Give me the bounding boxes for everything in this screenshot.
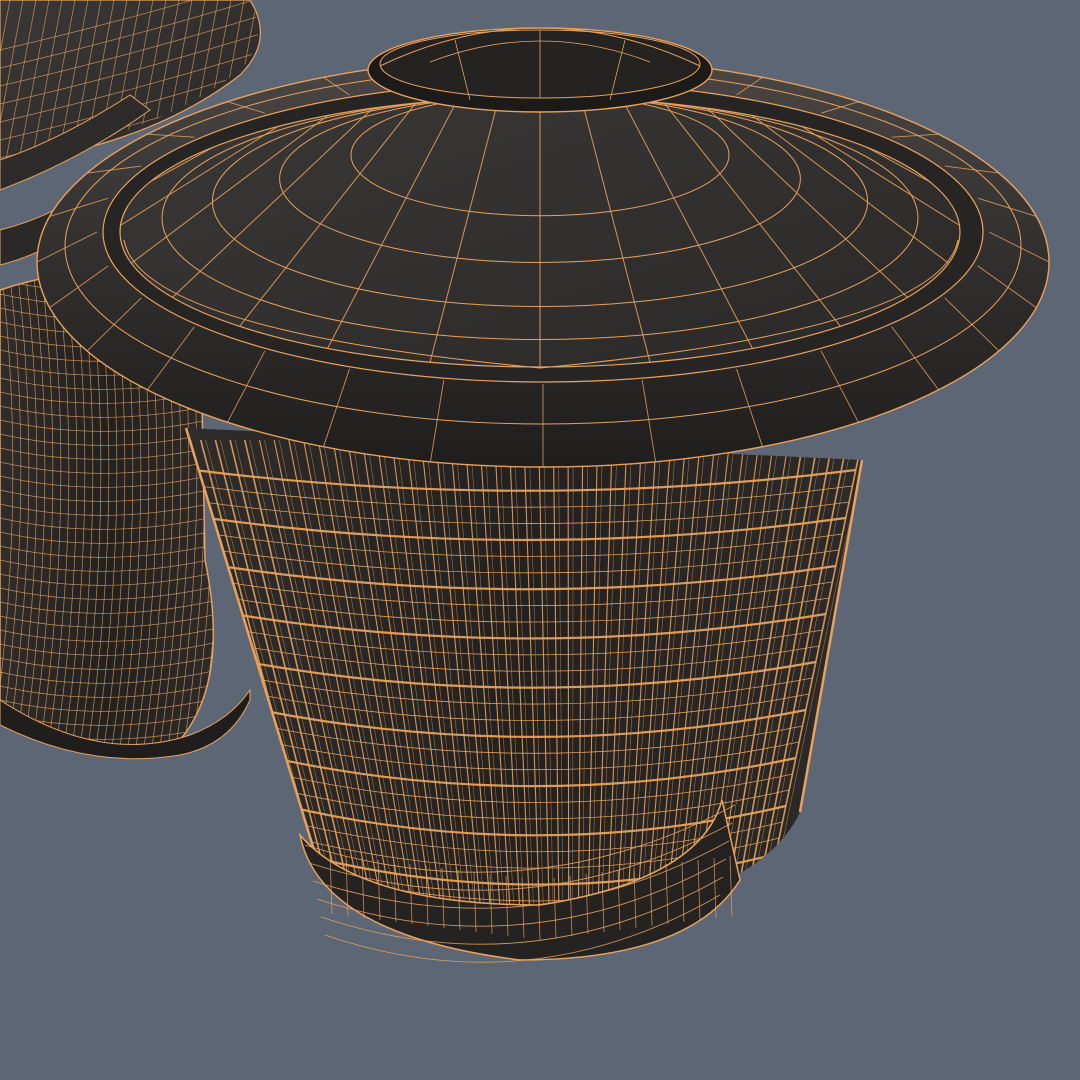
can-lid-opening — [367, 27, 713, 113]
wireframe-scene — [0, 0, 1050, 963]
render-viewport — [0, 0, 1080, 1080]
wire-edge — [567, 439, 570, 931]
